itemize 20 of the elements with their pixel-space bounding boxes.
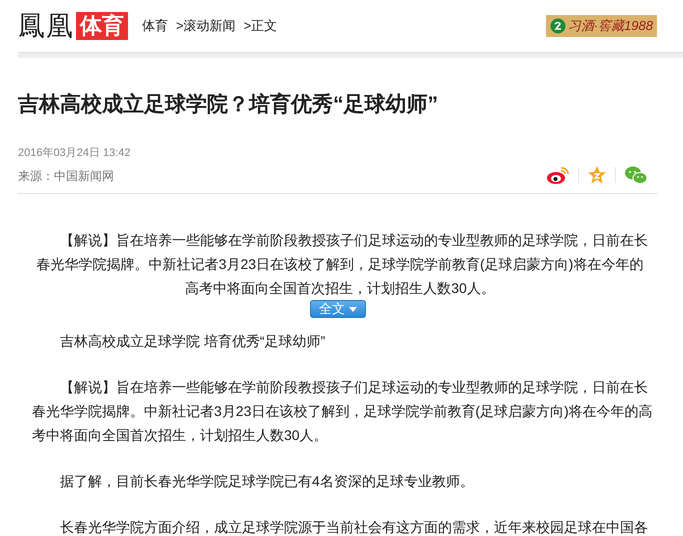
ad-banner[interactable]: 习酒·窖藏1988 <box>546 15 657 37</box>
article-paragraph: 吉林高校成立足球学院 培育优秀“足球幼师” <box>59 332 326 351</box>
weibo-eye-icon[interactable] <box>546 165 570 185</box>
ad-text: 习酒·窖藏1988 <box>568 17 653 35</box>
article-title: 吉林高校成立足球学院？培育优秀“足球幼师” <box>18 91 439 118</box>
circle-logo-icon <box>550 18 566 34</box>
star-icon[interactable] <box>587 165 607 185</box>
channel-logo[interactable]: 体育 <box>76 12 128 40</box>
article-paragraph: 据了解，目前长春光华学院足球学院已有4名资深的足球专业教师。 <box>59 472 475 491</box>
source-text: 来源：中国新闻网 <box>18 168 115 185</box>
article-paragraph: 【解说】旨在培养一些能够在学前阶段教授孩子们足球运动的专业型教师的足球学院，日前在长春光华学院揭牌。中新社记者3月23日在该校了解到，足球学院学前教育(足球启蒙方向)将在今年的高考中将面向全国首次招生，计划招生人数30人。 <box>31 378 654 445</box>
summary-paragraph: 【解说】旨在培养一些能够在学前阶段教授孩子们足球运动的专业型教师的足球学院，日前在长春光华学院揭牌。中新社记者3月23日在该校了解到，足球学院学前教育(足球启蒙方向)将在今年的高考中将面向全国首次招生，计划招生人数30人。 <box>36 231 649 298</box>
logo-text[interactable]: 鳳凰 <box>18 8 74 44</box>
publish-date: 2016年03月24日 13:42 <box>18 146 131 160</box>
breadcrumb-link[interactable]: >正文 <box>244 17 278 35</box>
article-paragraph: 长春光华学院方面介绍，成立足球学院源于当前社会有这方面的需求，近年来校园足球在中国各 <box>59 518 649 536</box>
breadcrumb-link[interactable]: 体育 <box>142 17 168 35</box>
breadcrumb-link[interactable]: >滚动新闻 <box>176 17 236 35</box>
caret-icon <box>349 306 357 312</box>
chat-bubbles-icon[interactable] <box>624 165 648 185</box>
